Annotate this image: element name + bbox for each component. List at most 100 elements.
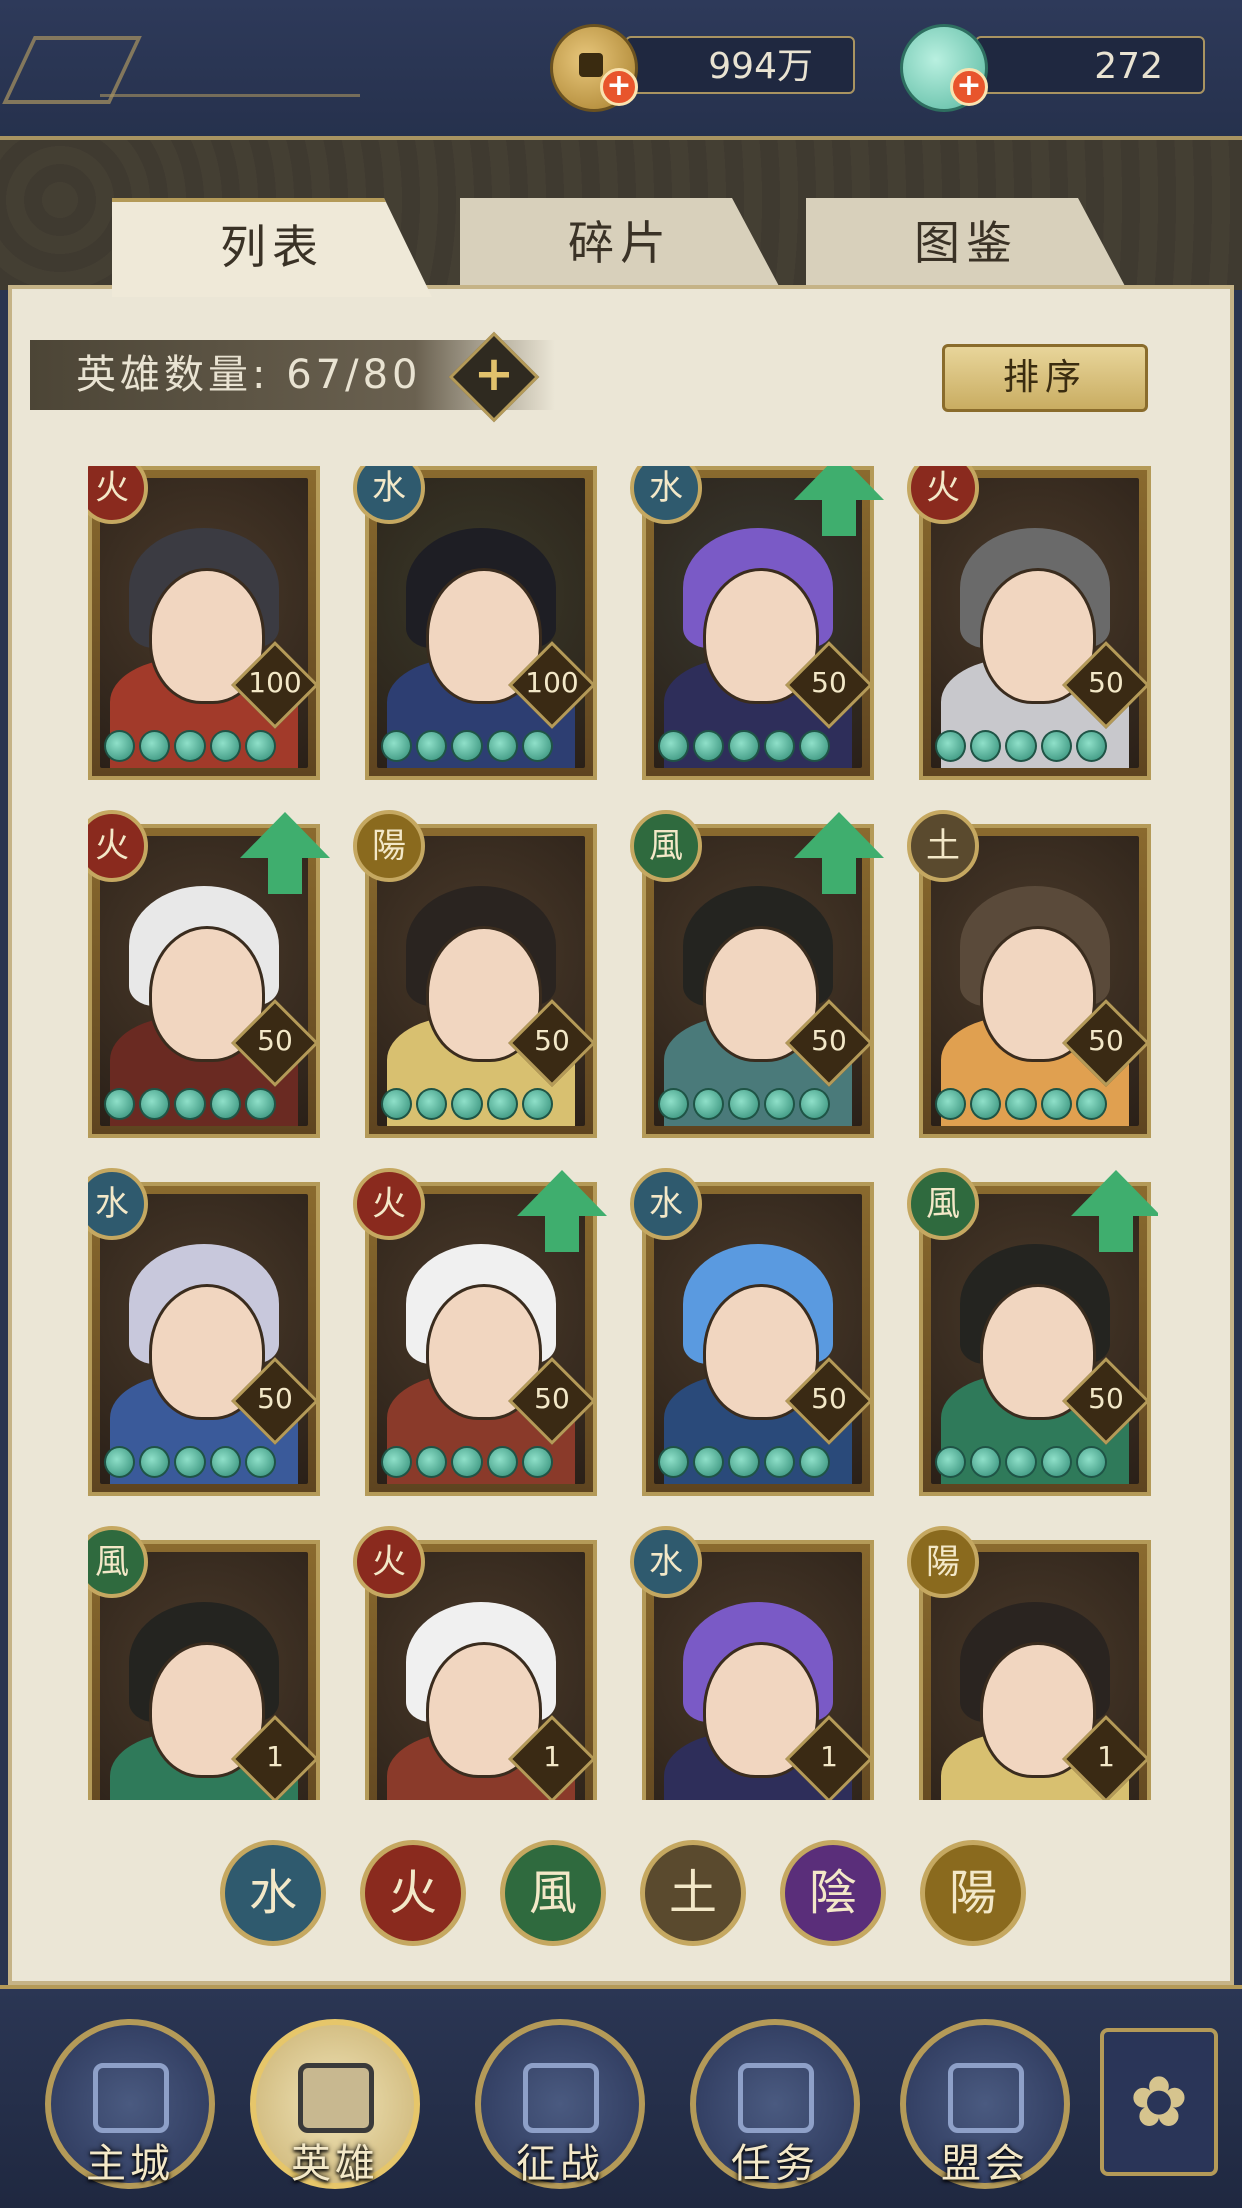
jade-star-icon — [209, 1446, 241, 1478]
hero-element-badge: 風 — [907, 1168, 979, 1240]
jade-star-icon — [763, 1446, 795, 1478]
hero-stars — [935, 730, 1108, 764]
jade-star-icon — [1040, 730, 1072, 762]
nav-label: 盟会 — [941, 2141, 1029, 2187]
jade-star-icon — [381, 1446, 413, 1478]
jade-star-icon — [798, 1446, 831, 1478]
tab-codex[interactable]: 图鉴 — [806, 198, 1126, 288]
jade-star-icon — [728, 730, 760, 762]
jade-star-icon — [174, 1088, 206, 1120]
jade-star-icon — [451, 1088, 483, 1120]
jade-star-icon — [244, 1446, 277, 1478]
hero-level: 50 — [1088, 1382, 1124, 1415]
decor-line — [100, 94, 360, 97]
hero-stars — [104, 730, 277, 764]
top-bar: 994万 + 272 + — [0, 0, 1242, 140]
nav-button[interactable]: 征战 — [475, 2019, 645, 2189]
jade-star-icon — [244, 1088, 277, 1120]
jade-star-icon — [416, 1088, 448, 1120]
hero-level: 1 — [820, 1740, 838, 1773]
hero-portrait-icon — [298, 2063, 374, 2133]
nav-label: 任务 — [731, 2141, 819, 2187]
hero-element-badge: 火 — [353, 1168, 425, 1240]
jade-star-icon — [381, 1088, 413, 1120]
jade-star-icon — [139, 1446, 171, 1478]
hero-count-bar: 英雄数量: 67/80 — [30, 340, 730, 410]
jade-star-icon — [139, 730, 171, 762]
jade-star-icon — [763, 1088, 795, 1120]
hero-stars — [658, 1088, 831, 1122]
element-filter-button[interactable]: 火 — [360, 1840, 466, 1946]
jade-star-icon — [970, 730, 1002, 762]
hero-element-badge: 水 — [630, 1526, 702, 1598]
jade-star-icon — [693, 1446, 725, 1478]
hero-stars — [935, 1088, 1108, 1122]
jade-star-icon — [1005, 1446, 1037, 1478]
shell-value: 272 — [1094, 46, 1163, 87]
hero-element-badge: 水 — [630, 1168, 702, 1240]
hero-element-badge: 風 — [630, 810, 702, 882]
jade-star-icon — [104, 730, 136, 762]
upgrade-arrow-icon — [794, 812, 884, 894]
jade-star-icon — [935, 1088, 967, 1120]
jade-star-icon — [486, 1088, 518, 1120]
hero-level: 50 — [811, 1024, 847, 1057]
tab-fragments[interactable]: 碎片 — [460, 198, 780, 288]
hero-level: 50 — [1088, 666, 1124, 699]
tab-list-active[interactable]: 列表 — [112, 198, 432, 297]
nav-button[interactable]: 英雄 — [250, 2019, 420, 2189]
hero-stars — [935, 1446, 1108, 1480]
upgrade-arrow-icon — [517, 1170, 607, 1252]
jade-star-icon — [451, 1446, 483, 1478]
nav-label: 征战 — [516, 2141, 604, 2187]
element-filter-button[interactable]: 水 — [220, 1840, 326, 1946]
hero-level: 1 — [266, 1740, 284, 1773]
jade-star-icon — [174, 1446, 206, 1478]
hero-level: 50 — [534, 1382, 570, 1415]
jade-star-icon — [451, 730, 483, 762]
hero-stars — [658, 730, 831, 764]
element-filter-button[interactable]: 土 — [640, 1840, 746, 1946]
coin-counter: 994万 — [625, 36, 855, 94]
nav-button[interactable]: 盟会 — [900, 2019, 1070, 2189]
jade-star-icon — [798, 1088, 831, 1120]
hero-element-badge: 火 — [353, 1526, 425, 1598]
jade-star-icon — [658, 1446, 690, 1478]
nav-label: 英雄 — [291, 2141, 379, 2187]
jade-star-icon — [521, 1088, 554, 1120]
hero-stars — [381, 730, 554, 764]
upgrade-arrow-icon — [240, 812, 330, 894]
hero-level: 50 — [257, 1382, 293, 1415]
hero-level: 100 — [248, 666, 302, 699]
hero-grid[interactable]: 100 火 100 水 50 水 50 火 50 火 50 陽 50 風 50 土 50 水 50 火 50 水 50 風 1 風… — [88, 466, 1158, 1800]
hero-stars — [658, 1446, 831, 1480]
hero-element-badge: 土 — [907, 810, 979, 882]
shell-counter: 272 — [975, 36, 1205, 94]
hero-stars — [104, 1088, 277, 1122]
element-filter-button[interactable]: 陽 — [920, 1840, 1026, 1946]
sort-button[interactable]: 排序 — [942, 344, 1148, 412]
element-filter-button[interactable]: 陰 — [780, 1840, 886, 1946]
hero-stars — [381, 1088, 554, 1122]
jade-star-icon — [209, 1088, 241, 1120]
hero-level: 50 — [534, 1024, 570, 1057]
jade-star-icon — [798, 730, 831, 762]
hero-count-label: 英雄数量: — [76, 352, 270, 398]
add-coins-button[interactable]: + — [600, 68, 638, 106]
jade-star-icon — [486, 1446, 518, 1478]
jade-star-icon — [658, 730, 690, 762]
nav-button[interactable]: 主城 — [45, 2019, 215, 2189]
jade-star-icon — [1040, 1088, 1072, 1120]
quest-icon — [738, 2063, 814, 2133]
jade-star-icon — [244, 730, 277, 762]
add-shells-button[interactable]: + — [950, 68, 988, 106]
menu-flower-icon[interactable]: ✿ — [1100, 2028, 1218, 2176]
jade-star-icon — [693, 1088, 725, 1120]
jade-star-icon — [1075, 1088, 1108, 1120]
jade-star-icon — [658, 1088, 690, 1120]
element-filter-button[interactable]: 風 — [500, 1840, 606, 1946]
jade-star-icon — [763, 730, 795, 762]
nav-button[interactable]: 任务 — [690, 2019, 860, 2189]
hero-level: 50 — [257, 1024, 293, 1057]
upgrade-arrow-icon — [1071, 1170, 1158, 1252]
